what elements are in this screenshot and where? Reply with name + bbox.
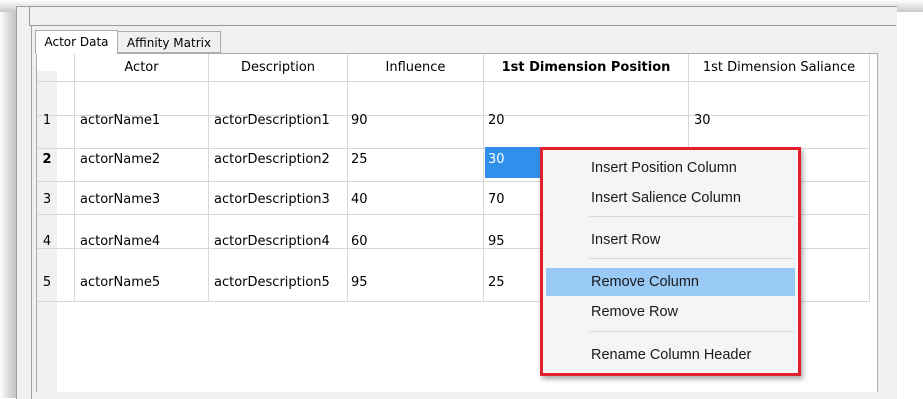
table-cell-position-selected[interactable]: 30 <box>488 152 505 167</box>
column-header-actor[interactable]: Actor <box>75 54 208 81</box>
table-cell-influence[interactable]: 40 <box>351 192 368 207</box>
table-cell-position[interactable]: 20 <box>488 113 505 128</box>
row-number[interactable]: 2 <box>37 152 57 167</box>
menu-item-label: Insert Salience Column <box>591 190 741 206</box>
grid-line <box>37 115 869 116</box>
table-cell-influence[interactable]: 25 <box>351 152 368 167</box>
table-cell-actor[interactable]: actorName1 <box>80 113 160 128</box>
table-cell-position[interactable]: 25 <box>488 275 505 290</box>
menu-item-label: Insert Row <box>591 232 661 248</box>
menu-separator <box>589 216 794 217</box>
window-shadow-left <box>0 0 16 398</box>
panel-divider <box>31 25 32 399</box>
menu-item-label: Remove Row <box>591 304 679 320</box>
grid-line <box>208 54 209 302</box>
table-cell-actor[interactable]: actorName2 <box>80 152 160 167</box>
context-menu: Insert Position Column Insert Salience C… <box>543 150 798 373</box>
column-header-1st-dimension-saliance[interactable]: 1st Dimension Saliance <box>689 54 869 81</box>
table-cell-actor[interactable]: actorName5 <box>80 275 160 290</box>
menu-item-remove-column[interactable]: Remove Column <box>546 268 795 296</box>
upper-panel-frame <box>29 7 896 26</box>
tab-actor-data[interactable]: Actor Data <box>35 30 118 54</box>
menu-item-label: Remove Column <box>591 274 699 290</box>
table-cell-description[interactable]: actorDescription4 <box>214 234 330 249</box>
table-cell-influence[interactable]: 95 <box>351 275 368 290</box>
menu-item-rename-column-header[interactable]: Rename Column Header <box>546 342 795 368</box>
table-cell-influence[interactable]: 60 <box>351 234 368 249</box>
menu-item-label: Rename Column Header <box>591 347 752 363</box>
column-header-1st-dimension-position[interactable]: 1st Dimension Position <box>484 54 688 81</box>
table-cell-position[interactable]: 70 <box>488 192 505 207</box>
tab-affinity-matrix[interactable]: Affinity Matrix <box>118 31 221 53</box>
grid-line <box>347 54 348 302</box>
table-cell-actor[interactable]: actorName3 <box>80 192 160 207</box>
grid-line <box>37 81 869 82</box>
grid-line <box>74 54 75 302</box>
menu-item-insert-row[interactable]: Insert Row <box>546 227 795 253</box>
grid-line <box>869 54 870 302</box>
table-cell-description[interactable]: actorDescription5 <box>214 275 330 290</box>
table-cell-description[interactable]: actorDescription1 <box>214 113 330 128</box>
column-header-description[interactable]: Description <box>209 54 347 81</box>
table-cell-description[interactable]: actorDescription2 <box>214 152 330 167</box>
table-cell-description[interactable]: actorDescription3 <box>214 192 330 207</box>
menu-separator <box>589 258 794 259</box>
menu-separator <box>589 331 794 332</box>
menu-item-label: Insert Position Column <box>591 160 737 176</box>
table-cell-salience[interactable]: 30 <box>694 113 711 128</box>
row-number[interactable]: 4 <box>37 234 57 249</box>
table-cell-position[interactable]: 95 <box>488 234 505 249</box>
table-cell-influence[interactable]: 90 <box>351 113 368 128</box>
grid-line <box>483 54 484 302</box>
menu-item-remove-row[interactable]: Remove Row <box>546 299 795 325</box>
row-number[interactable]: 5 <box>37 275 57 290</box>
table-cell-actor[interactable]: actorName4 <box>80 234 160 249</box>
column-header-influence[interactable]: Influence <box>348 54 483 81</box>
menu-item-insert-salience-column[interactable]: Insert Salience Column <box>546 185 795 211</box>
row-number[interactable]: 3 <box>37 192 57 207</box>
menu-item-insert-position-column[interactable]: Insert Position Column <box>546 155 795 181</box>
row-number[interactable]: 1 <box>37 113 57 128</box>
